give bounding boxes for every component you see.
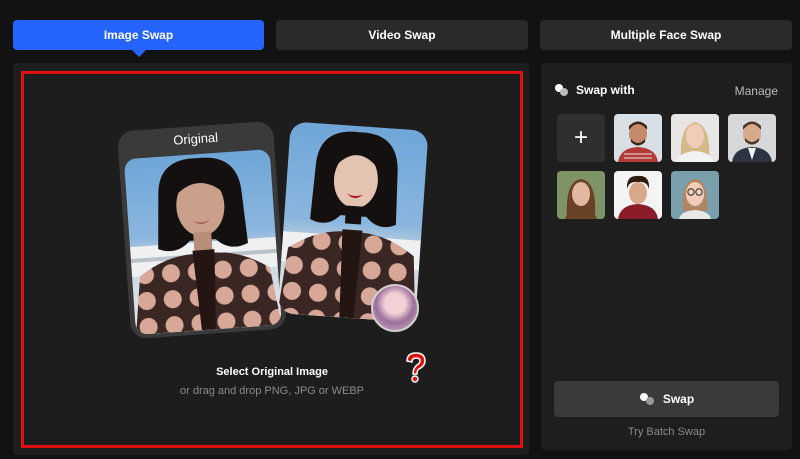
- tab-video-swap[interactable]: Video Swap: [276, 20, 528, 50]
- swap-sidebar: Swap with Manage + Swap Try Batch Swap: [541, 63, 792, 450]
- tab-multiple-face-swap[interactable]: Multiple Face Swap: [540, 20, 792, 50]
- swap-button[interactable]: Swap: [554, 381, 779, 417]
- drag-drop-hint: or drag and drop PNG, JPG or WEBP: [179, 385, 365, 397]
- swap-with-header: Swap with: [554, 83, 635, 97]
- try-batch-swap-link[interactable]: Try Batch Swap: [541, 426, 792, 438]
- swap-icon: [639, 393, 654, 405]
- face-man-suit[interactable]: [728, 114, 776, 162]
- swap-with-icon: [555, 84, 568, 96]
- face-woman-blonde[interactable]: [671, 114, 719, 162]
- original-card-label: Original: [172, 129, 219, 148]
- swap-face-avatar: [371, 284, 419, 332]
- upload-dropzone[interactable]: Original Select Original Image or drag a…: [21, 71, 523, 448]
- swap-button-label: Swap: [662, 392, 695, 406]
- plus-icon: +: [573, 124, 588, 151]
- mode-tabs: Image Swap Video Swap Multiple Face Swap: [0, 0, 800, 60]
- swap-with-label: Swap with: [576, 83, 635, 97]
- manage-link[interactable]: Manage: [735, 84, 778, 98]
- face-man-curly-hair[interactable]: [614, 171, 662, 219]
- face-woman-brown-hair[interactable]: [557, 171, 605, 219]
- tab-image-swap[interactable]: Image Swap: [13, 20, 264, 57]
- question-mark-icon: [406, 352, 426, 383]
- face-man-checkered-shirt[interactable]: [614, 114, 662, 162]
- add-face-button[interactable]: +: [557, 114, 605, 162]
- original-example-photo: [123, 149, 282, 335]
- original-example-card: Original: [116, 120, 288, 340]
- face-woman-glasses[interactable]: [671, 171, 719, 219]
- select-original-image-label: Select Original Image: [216, 366, 328, 378]
